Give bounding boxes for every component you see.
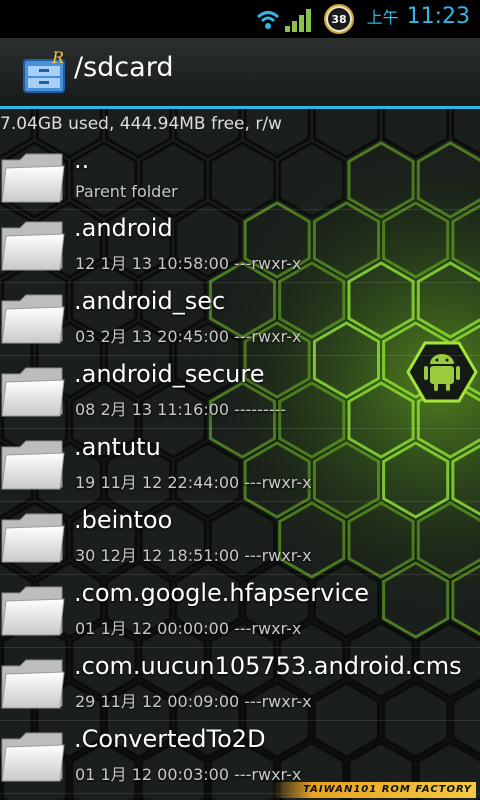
file-manager-icon[interactable]: R (22, 50, 66, 94)
action-bar-divider (0, 106, 480, 109)
file-details: 30 12月 12 18:51:00 ---rwxr-x (75, 546, 312, 565)
file-name: .. (74, 146, 90, 174)
file-details: 12 1月 13 10:58:00 ---rwxr-x (75, 254, 302, 273)
folder-icon (1, 153, 65, 203)
folder-item[interactable]: .antutu 19 11月 12 22:44:00 ---rwxr-x (0, 429, 480, 502)
svg-text:R: R (51, 50, 64, 67)
file-name: .antutu (74, 433, 161, 461)
folder-icon (1, 221, 65, 271)
folder-item[interactable]: .com.google.hfapservice 01 1月 12 00:00:0… (0, 575, 480, 648)
folder-icon (1, 294, 65, 344)
battery-icon: 38 (324, 4, 354, 34)
folder-item[interactable]: .com.uucun105753.android.cms 29 11月 12 0… (0, 648, 480, 721)
folder-icon (1, 440, 65, 490)
file-details: Parent folder (75, 182, 178, 201)
wifi-icon (256, 11, 280, 29)
folder-item[interactable]: .beintoo 30 12月 12 18:51:00 ---rwxr-x (0, 502, 480, 575)
folder-icon (1, 659, 65, 709)
folder-item[interactable]: .android_sec 03 2月 13 20:45:00 ---rwxr-x (0, 283, 480, 356)
folder-icon (1, 586, 65, 636)
clock: 上午 11:23 (367, 4, 470, 29)
folder-item[interactable]: .android_secure 08 2月 13 11:16:00 ------… (0, 356, 480, 429)
watermark: TAIWAN101 ROM FACTORY (272, 782, 476, 798)
file-name: .ConvertedTo2D (74, 725, 266, 753)
file-details: 19 11月 12 22:44:00 ---rwxr-x (75, 473, 312, 492)
file-details: 08 2月 13 11:16:00 --------- (75, 400, 287, 419)
clock-time: 11:23 (406, 4, 470, 29)
file-name: .android (74, 214, 173, 242)
action-bar: R /sdcard (0, 38, 480, 108)
signal-strength-icon (285, 9, 311, 32)
file-name: .android_secure (74, 360, 265, 388)
battery-level: 38 (328, 8, 350, 30)
folder-icon (1, 732, 65, 782)
file-name: .com.google.hfapservice (74, 579, 369, 607)
parent-folder-item[interactable]: .. Parent folder (0, 142, 480, 210)
clock-ampm: 上午 (366, 8, 399, 27)
file-name: .com.uucun105753.android.cms (74, 652, 462, 680)
file-name: .beintoo (74, 506, 173, 534)
file-details: 01 1月 12 00:03:00 ---rwxr-x (75, 765, 302, 784)
folder-icon (1, 367, 65, 417)
file-details: 29 11月 12 00:09:00 ---rwxr-x (75, 692, 312, 711)
file-details: 01 1月 12 00:00:00 ---rwxr-x (75, 619, 302, 638)
folder-icon (1, 513, 65, 563)
storage-info: 7.04GB used, 444.94MB free, r/w (0, 114, 282, 134)
current-path-title: /sdcard (74, 52, 174, 83)
folder-item[interactable]: .android 12 1月 13 10:58:00 ---rwxr-x (0, 210, 480, 283)
file-name: .android_sec (74, 287, 226, 315)
status-bar: 38 上午 11:23 (0, 0, 480, 38)
file-details: 03 2月 13 20:45:00 ---rwxr-x (75, 327, 302, 346)
file-list: .. Parent folder .android 12 1月 13 10:58… (0, 142, 480, 794)
